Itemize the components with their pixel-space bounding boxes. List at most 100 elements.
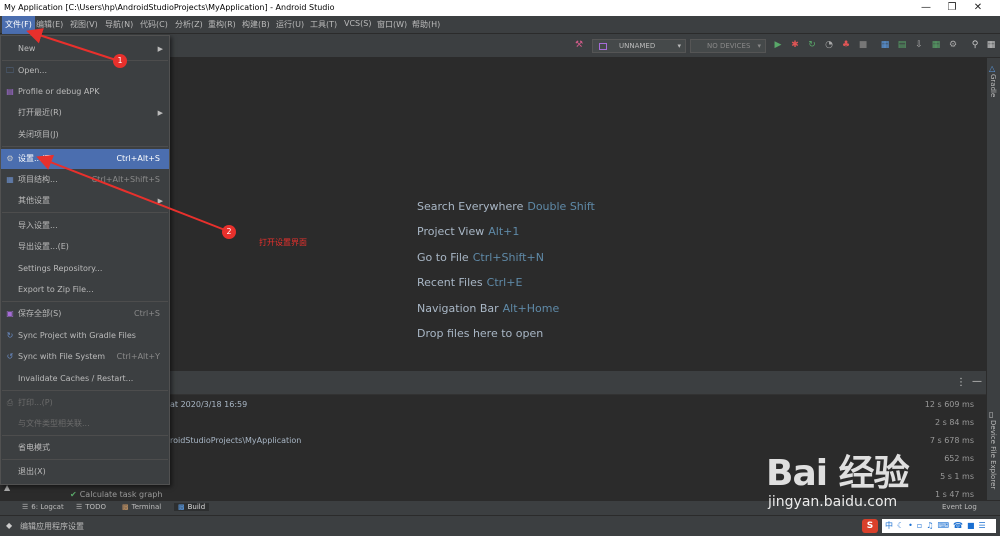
hint-label: Recent Files — [417, 276, 483, 289]
menu-item-export-zip[interactable]: Export to Zip File... — [1, 280, 169, 300]
hammer-icon[interactable]: ⚒ — [574, 40, 584, 50]
hint-key: Ctrl+Shift+N — [472, 251, 544, 264]
run-config-combo[interactable]: UNNAMED ▾ — [592, 39, 686, 53]
menu-item-power-save[interactable]: 省电模式 — [1, 438, 169, 458]
menu-window[interactable]: 窗口(W) — [377, 19, 407, 30]
menu-run[interactable]: 运行(U) — [276, 19, 304, 30]
submenu-arrow-icon: ▶ — [157, 109, 163, 117]
tab-build[interactable]: ▩ Build — [174, 503, 210, 511]
check-icon: ✔ — [70, 490, 77, 499]
hint-recent-files: Recent Files Ctrl+E — [417, 276, 522, 289]
run-config-label: UNNAMED — [619, 42, 656, 50]
close-icon[interactable]: ✕ — [968, 2, 988, 13]
title-bar: My Application [C:\Users\hp\AndroidStudi… — [0, 0, 1000, 16]
annotation-badge-2-text: 2 — [226, 227, 232, 236]
menu-item-save-all[interactable]: ▣ 保存全部(S) Ctrl+S — [1, 304, 169, 324]
ime-toolbar[interactable]: 中☾•▫♫⌨☎■☰ — [882, 519, 996, 533]
print-icon: ⎙ — [6, 398, 14, 407]
menu-item-settings[interactable]: ⚙ 设置...(T) Ctrl+Alt+S — [1, 149, 169, 169]
attach-debugger-icon[interactable]: ♣ — [841, 40, 851, 50]
menu-item-invalidate-caches[interactable]: Invalidate Caches / Restart... — [1, 369, 169, 389]
tab-todo[interactable]: ☰ TODO — [76, 503, 106, 511]
menu-item-sync-file-system[interactable]: ↺ Sync with File System Ctrl+Alt+Y — [1, 347, 169, 367]
minimize-panel-icon[interactable]: — — [972, 376, 982, 387]
device-file-explorer-tab[interactable]: Device File Explorer — [989, 420, 997, 489]
tab-terminal[interactable]: ▩ Terminal — [122, 503, 161, 511]
menu-item-label: Open... — [18, 66, 47, 75]
avd-manager-icon[interactable]: ▤ — [897, 40, 907, 50]
build-line-task-graph: ✔ Calculate task graph — [70, 490, 162, 499]
hint-go-to-file: Go to File Ctrl+Shift+N — [417, 251, 544, 264]
menu-view[interactable]: 视图(V) — [70, 19, 98, 30]
menu-tools[interactable]: 工具(T) — [310, 19, 337, 30]
watermark-url: jingyan.baidu.com — [768, 494, 898, 510]
file-menu-dropdown: New ▶ 🗀 Open... ▤ Profile or debug APK 打开最近… — [0, 35, 170, 485]
run-icon[interactable]: ▶ — [773, 40, 783, 50]
apply-changes-icon[interactable]: ↻ — [807, 40, 817, 50]
menu-vcs[interactable]: VCS(S) — [344, 19, 371, 28]
tab-logcat-label: 6: Logcat — [31, 503, 64, 511]
menu-item-label: 其他设置 — [18, 196, 50, 205]
build-line: at 2020/3/18 16:59 — [170, 400, 248, 409]
sdk-manager-icon[interactable]: ⇩ — [914, 40, 924, 50]
menu-item-close-project[interactable]: 关闭项目(J) — [1, 125, 169, 145]
menu-file[interactable]: 文件(F) — [2, 16, 35, 34]
menu-bar: 文件(F) 编辑(E) 视图(V) 导航(N) 代码(C) 分析(Z) 重构(R… — [0, 16, 1000, 34]
menu-build[interactable]: 构建(B) — [242, 19, 270, 30]
window-title: My Application [C:\Users\hp\AndroidStudi… — [4, 3, 335, 12]
hint-search-everywhere: Search Everywhere Double Shift — [417, 200, 595, 213]
menu-item-project-structure[interactable]: ▦ 项目结构... Ctrl+Alt+Shift+S — [1, 170, 169, 190]
menu-help[interactable]: 帮助(H) — [412, 19, 440, 30]
build-time: 2 s 84 ms — [934, 418, 974, 427]
menu-item-profile-apk[interactable]: ▤ Profile or debug APK — [1, 82, 169, 102]
layout-inspector-icon[interactable]: ⚙ — [948, 40, 958, 50]
build-line-text: Calculate task graph — [79, 490, 163, 499]
menu-item-import-settings[interactable]: 导入设置... — [1, 216, 169, 236]
stop-icon[interactable]: ■ — [858, 40, 868, 50]
menu-item-associate-file-type: 与文件类型相关联... — [1, 414, 169, 434]
menu-item-label: 项目结构... — [18, 175, 58, 184]
search-icon[interactable]: ⚲ — [970, 40, 980, 50]
ime-logo-icon[interactable]: S — [862, 519, 878, 533]
profile-icon[interactable]: ◔ — [824, 40, 834, 50]
tab-todo-label: TODO — [85, 503, 106, 511]
minimize-icon[interactable]: — — [916, 2, 936, 13]
settings-icon[interactable]: ▦ — [986, 40, 996, 50]
hint-key: Double Shift — [527, 200, 595, 213]
tab-logcat[interactable]: ☰ 6: Logcat — [22, 503, 64, 511]
menu-item-export-settings[interactable]: 导出设置...(E) — [1, 237, 169, 257]
debug-icon[interactable]: ✱ — [790, 40, 800, 50]
menu-separator — [2, 435, 168, 436]
menu-item-shortcut: Ctrl+S — [133, 309, 160, 318]
menu-item-settings-repository[interactable]: Settings Repository... — [1, 259, 169, 279]
menu-item-label: Settings Repository... — [18, 264, 103, 273]
baidu-watermark: Bai 经验 jingyan.baidu.com — [738, 428, 988, 518]
sync-gradle-icon[interactable]: ▦ — [880, 40, 890, 50]
menu-item-other-settings[interactable]: 其他设置 ▶ — [1, 191, 169, 211]
menu-analyze[interactable]: 分析(Z) — [175, 19, 203, 30]
menu-item-open-recent[interactable]: 打开最近(R) ▶ — [1, 103, 169, 123]
chevron-down-icon: ▾ — [677, 42, 681, 50]
menu-item-label: 打印...(P) — [18, 398, 53, 407]
folder-icon: 🗀 — [6, 66, 14, 75]
menu-item-exit[interactable]: 退出(X) — [1, 462, 169, 482]
gradle-tab[interactable]: Gradle — [989, 74, 997, 97]
menu-edit[interactable]: 编辑(E) — [36, 19, 63, 30]
menu-code[interactable]: 代码(C) — [140, 19, 168, 30]
menu-item-open[interactable]: 🗀 Open... — [1, 61, 169, 81]
menu-refactor[interactable]: 重构(R) — [208, 19, 236, 30]
device-manager-icon[interactable]: ▦ — [931, 40, 941, 50]
more-options-icon[interactable]: ⋮ — [956, 377, 966, 388]
device-combo[interactable]: NO DEVICES ▾ — [690, 39, 766, 53]
menu-item-label: 保存全部(S) — [18, 309, 62, 318]
menu-item-shortcut: Ctrl+Alt+Y — [116, 352, 160, 361]
menu-navigate[interactable]: 导航(N) — [105, 19, 133, 30]
todo-icon: ☰ — [76, 503, 83, 511]
apk-icon: ▤ — [6, 87, 14, 96]
menu-item-sync-gradle[interactable]: ↻ Sync Project with Gradle Files — [1, 326, 169, 346]
menu-item-label: 关闭项目(J) — [18, 130, 59, 139]
menu-item-label: Export to Zip File... — [18, 285, 94, 294]
menu-item-new[interactable]: New ▶ — [1, 39, 169, 59]
restore-icon[interactable]: ❐ — [942, 2, 962, 13]
menu-separator — [2, 390, 168, 391]
